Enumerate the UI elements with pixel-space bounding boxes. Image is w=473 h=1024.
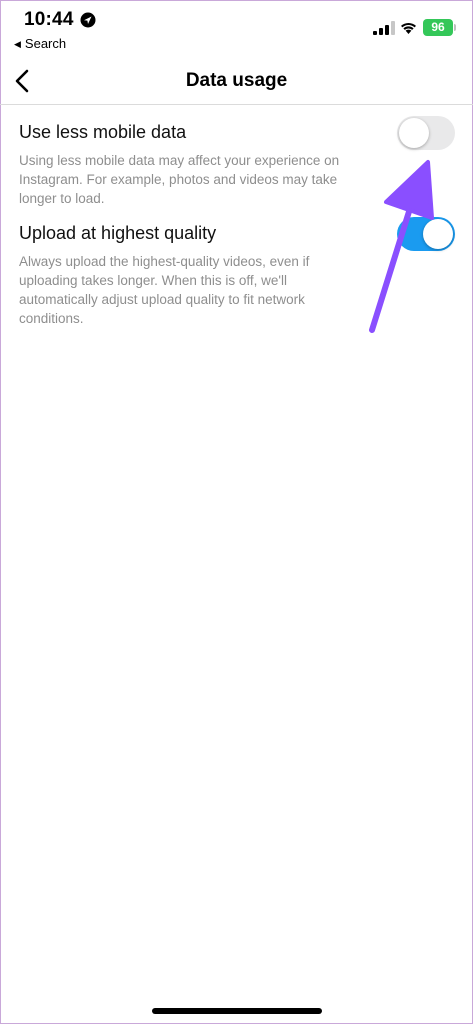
battery-icon: 96 xyxy=(423,19,456,36)
nav-bar: Data usage xyxy=(0,58,473,105)
page-title: Data usage xyxy=(185,70,288,91)
status-time: 10:44 xyxy=(24,9,74,30)
signal-icon xyxy=(373,21,395,35)
use-less-mobile-data-toggle[interactable] xyxy=(397,116,455,150)
annotation-arrow-icon xyxy=(369,160,434,333)
home-indicator[interactable] xyxy=(152,1008,322,1014)
wifi-icon xyxy=(401,22,416,34)
setting-description: Always upload the highest-quality videos… xyxy=(19,254,310,326)
location-icon xyxy=(80,12,96,28)
status-bar: 10:44 ◀ Search 96 xyxy=(0,0,473,58)
back-triangle-icon: ◀ xyxy=(14,39,21,49)
setting-title: Use less mobile data xyxy=(19,122,187,142)
back-app-label: Search xyxy=(24,36,67,51)
toggle-knob xyxy=(399,118,429,148)
setting-description: Using less mobile data may affect your e… xyxy=(19,153,340,206)
back-to-app-link[interactable]: ◀ Search xyxy=(14,36,66,51)
